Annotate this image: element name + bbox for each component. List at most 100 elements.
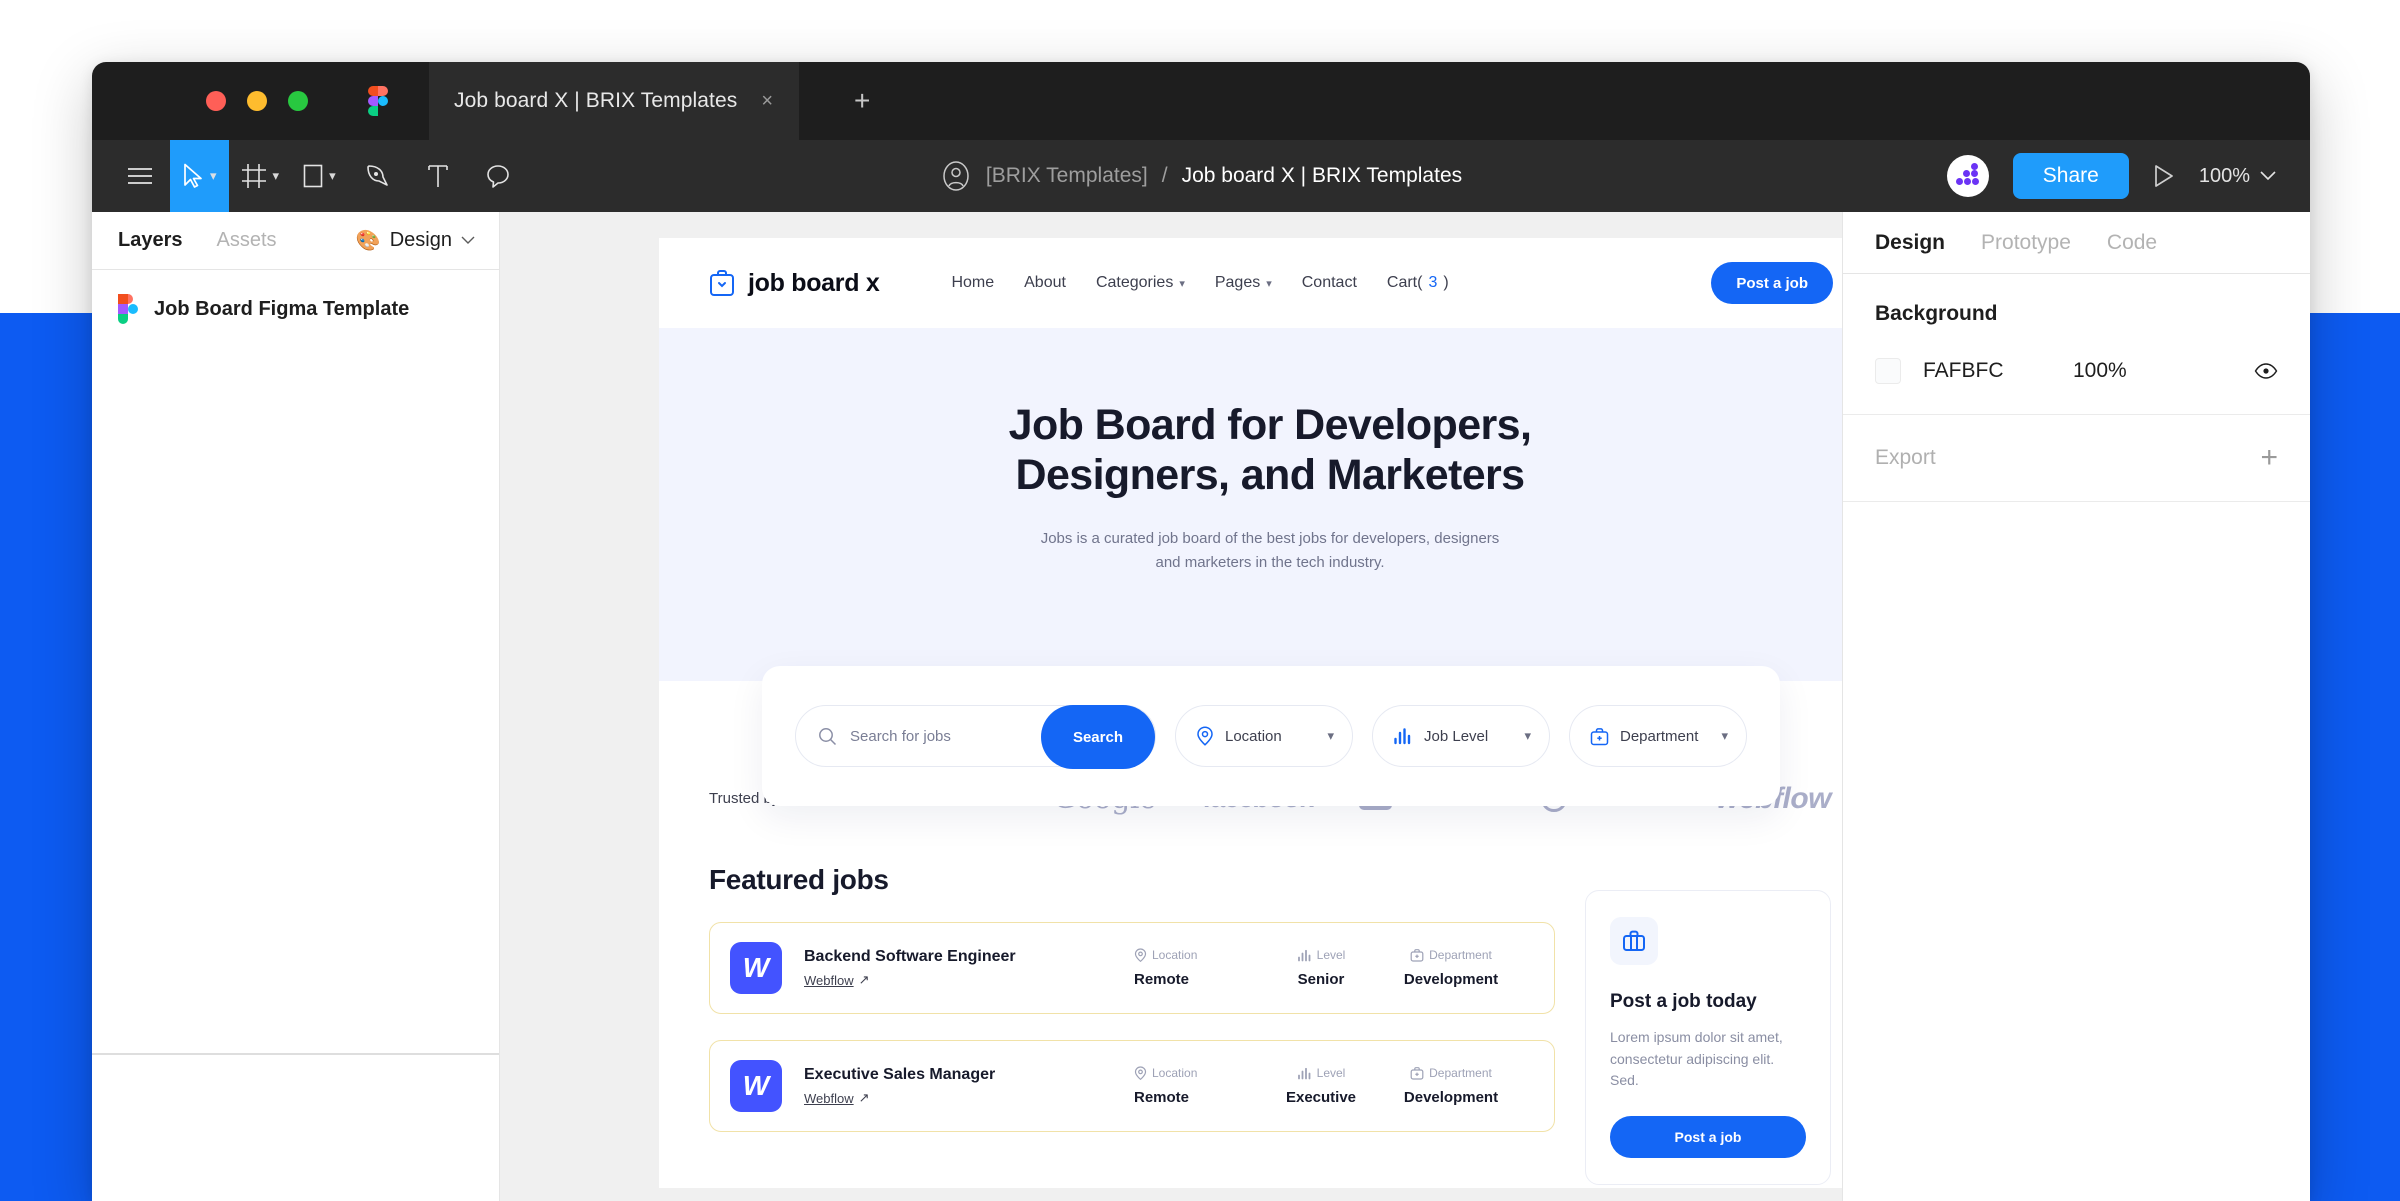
filter-location[interactable]: Location ▾ <box>1175 705 1353 767</box>
export-section: Export + <box>1843 415 2310 502</box>
pen-tool-icon[interactable] <box>348 140 408 212</box>
chevron-down-icon[interactable]: ▾ <box>273 168 280 184</box>
tab-title: Job board X | BRIX Templates <box>454 89 738 112</box>
col-header-department: Department <box>1429 1066 1492 1080</box>
filter-department[interactable]: Department ▾ <box>1569 705 1747 767</box>
background-hex-value[interactable]: FAFBFC <box>1923 359 2073 383</box>
tab-layers[interactable]: Layers <box>118 229 183 252</box>
job-company[interactable]: Webflow ↗ <box>804 972 1134 988</box>
table-row[interactable]: W Backend Software Engineer Webflow ↗ Lo… <box>709 922 1555 1014</box>
job-title: Backend Software Engineer <box>804 948 1016 965</box>
tab-code[interactable]: Code <box>2107 231 2157 255</box>
site-logo[interactable]: job board x <box>709 269 880 298</box>
new-tab-icon[interactable]: + <box>854 87 870 115</box>
job-meta-header: Level <box>1256 1066 1386 1080</box>
table-row[interactable]: W Executive Sales Manager Webflow ↗ Loca… <box>709 1040 1555 1132</box>
design-switcher[interactable]: 🎨 Design <box>356 228 475 253</box>
chevron-down-icon[interactable]: ▾ <box>1327 728 1334 744</box>
nav-item-label: About <box>1024 274 1066 291</box>
chevron-down-icon: ▾ <box>1266 277 1272 290</box>
job-company[interactable]: Webflow ↗ <box>804 1090 1134 1106</box>
figma-body: Layers Assets 🎨 Design Job Board Figma T… <box>92 212 2310 1201</box>
featured-jobs-section: Featured jobs W Backend Software Enginee… <box>659 816 1842 1186</box>
design-panel: Design Prototype Code Background FAFBFC … <box>1842 212 2310 1201</box>
nav-item-label: Categories <box>1095 274 1174 291</box>
chevron-down-icon[interactable]: ▾ <box>1721 728 1728 744</box>
external-link-icon: ↗ <box>858 1090 870 1105</box>
chevron-down-icon[interactable] <box>461 236 475 245</box>
tab-design[interactable]: Design <box>1875 231 1945 255</box>
site-menu: Home About Categories ▾ Pages ▾ Contact … <box>951 274 1448 292</box>
figma-window: Job board X | BRIX Templates × + ▾ ▾ ▾ [… <box>92 62 2310 1201</box>
window-maximize-button[interactable] <box>288 91 308 111</box>
browser-tab[interactable]: Job board X | BRIX Templates × <box>429 62 799 140</box>
figma-canvas[interactable]: job board x Home About Categories ▾ Page… <box>500 212 1842 1201</box>
filter-label: Job Level <box>1424 727 1489 745</box>
job-level-value: Executive <box>1285 1089 1357 1106</box>
menu-icon[interactable] <box>110 140 170 212</box>
background-opacity-value[interactable]: 100% <box>2073 359 2254 383</box>
chevron-down-icon[interactable]: ▾ <box>1524 728 1531 744</box>
share-button[interactable]: Share <box>2012 153 2129 199</box>
hero-subtext: Jobs is a curated job board of the best … <box>1040 529 1500 571</box>
hero-section: Job Board for Developers, Designers, and… <box>659 328 1842 681</box>
col-header-level: Level <box>1316 948 1346 962</box>
cart-count: 3 <box>1428 274 1438 291</box>
filter-label: Location <box>1225 727 1282 745</box>
breadcrumb-file[interactable]: Job board X | BRIX Templates <box>1182 164 1463 188</box>
window-close-button[interactable] <box>206 91 226 111</box>
visibility-eye-icon[interactable] <box>2254 363 2278 379</box>
job-department: Department Development <box>1386 1066 1516 1106</box>
zoom-level: 100% <box>2198 164 2250 187</box>
filter-job-level[interactable]: Job Level ▾ <box>1372 705 1550 767</box>
chevron-down-icon[interactable] <box>2260 171 2276 181</box>
briefcase-icon <box>1410 1067 1424 1080</box>
job-company-name: Webflow <box>804 972 854 988</box>
col-header-level: Level <box>1316 1066 1346 1080</box>
promo-title: Post a job today <box>1610 991 1757 1012</box>
list-item[interactable]: Job Board Figma Template <box>92 270 499 324</box>
zoom-control[interactable]: 100% <box>2199 165 2276 188</box>
chevron-down-icon[interactable]: ▾ <box>210 168 217 184</box>
avatar[interactable] <box>1946 155 1989 197</box>
nav-item-contact[interactable]: Contact <box>1302 274 1357 292</box>
breadcrumb-project[interactable]: [BRIX Templates] <box>986 164 1148 188</box>
briefcase-icon <box>1610 917 1658 965</box>
filter-label: Department <box>1620 727 1699 745</box>
job-location: Location Remote <box>1134 1066 1256 1106</box>
post-a-job-button[interactable]: Post a job <box>1711 262 1833 304</box>
design-switcher-label: Design <box>389 229 452 251</box>
website-artboard: job board x Home About Categories ▾ Page… <box>659 238 1842 1188</box>
nav-item-pages[interactable]: Pages ▾ <box>1215 274 1272 292</box>
col-header-location: Location <box>1152 1066 1198 1080</box>
frame-tool-icon[interactable]: ▾ <box>229 140 292 212</box>
job-main: Executive Sales Manager Webflow ↗ <box>804 1066 1134 1106</box>
add-export-icon[interactable]: + <box>2260 443 2278 473</box>
move-tool-icon[interactable]: ▾ <box>170 140 229 212</box>
breadcrumb-separator: / <box>1161 164 1168 187</box>
briefcase-icon <box>1590 727 1609 745</box>
text-tool-icon[interactable] <box>408 140 468 212</box>
tab-assets[interactable]: Assets <box>217 229 277 252</box>
design-panel-tabs: Design Prototype Code <box>1843 212 2310 274</box>
post-job-promo-card: Post a job today Lorem ipsum dolor sit a… <box>1585 890 1831 1186</box>
window-minimize-button[interactable] <box>247 91 267 111</box>
search-button[interactable]: Search <box>1040 705 1155 769</box>
nav-item-about[interactable]: About <box>1024 274 1066 292</box>
nav-item-home[interactable]: Home <box>951 274 994 292</box>
nav-item-cart[interactable]: Cart(3) <box>1387 274 1449 292</box>
nav-item-categories[interactable]: Categories ▾ <box>1096 274 1185 292</box>
chevron-down-icon[interactable]: ▾ <box>329 168 336 184</box>
job-meta-header: Department <box>1386 1066 1516 1080</box>
comment-tool-icon[interactable] <box>468 140 528 212</box>
shape-tool-icon[interactable]: ▾ <box>291 140 348 212</box>
search-input[interactable]: Search for jobs Search <box>795 705 1156 769</box>
briefcase-icon <box>710 270 734 296</box>
promo-post-a-job-button[interactable]: Post a job <box>1610 1116 1806 1159</box>
tab-prototype[interactable]: Prototype <box>1981 231 2071 255</box>
close-icon[interactable]: × <box>761 91 773 111</box>
panel-divider <box>92 1053 499 1055</box>
present-play-icon[interactable] <box>2153 164 2175 188</box>
color-swatch[interactable] <box>1875 358 1901 384</box>
location-pin-icon <box>1134 1066 1147 1080</box>
